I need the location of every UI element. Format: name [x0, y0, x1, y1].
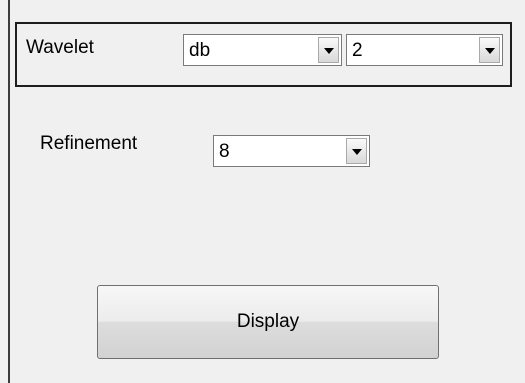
display-button[interactable]: Display — [97, 285, 439, 359]
wavelet-label: Wavelet — [26, 37, 94, 58]
display-button-label: Display — [236, 311, 300, 332]
wavelet-family-select[interactable]: db — [183, 34, 342, 66]
wavelet-family-value: db — [189, 40, 211, 61]
refinement-select[interactable]: 8 — [213, 135, 370, 167]
refinement-value: 8 — [219, 141, 230, 162]
wavelet-order-value: 2 — [352, 40, 363, 61]
chevron-down-icon[interactable] — [346, 138, 367, 164]
panel-left-border — [8, 0, 10, 383]
wavelet-order-select[interactable]: 2 — [346, 34, 503, 66]
chevron-down-icon[interactable] — [479, 37, 500, 63]
chevron-down-icon[interactable] — [318, 37, 339, 63]
refinement-label: Refinement — [40, 133, 138, 154]
